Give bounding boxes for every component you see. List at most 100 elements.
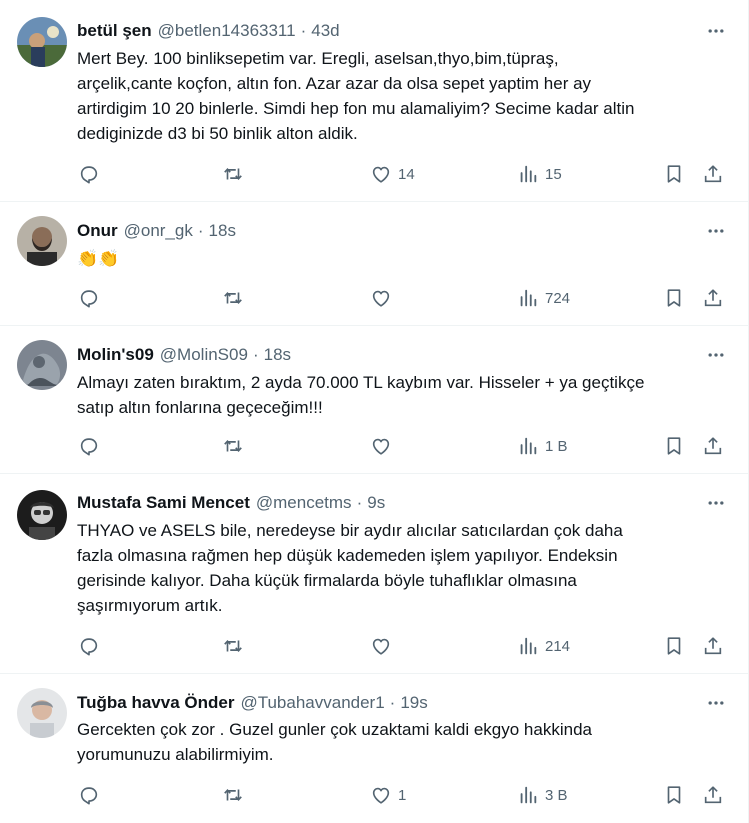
clapping-emoji: 👏👏 xyxy=(77,249,120,268)
tweet-text: Mert Bey. 100 binliksepetim var. Eregli,… xyxy=(77,46,732,146)
views-icon xyxy=(520,289,537,307)
action-bar: 214 xyxy=(0,634,749,658)
heart-icon xyxy=(372,638,390,655)
share-icon xyxy=(704,289,722,307)
avatar[interactable] xyxy=(17,340,67,390)
share-button[interactable] xyxy=(702,286,724,310)
views-icon xyxy=(520,437,537,455)
share-button[interactable] xyxy=(702,434,724,458)
tweet-text-line: şaşırmıyorum artık. xyxy=(77,596,223,615)
user-handle[interactable]: @MolinS09 xyxy=(160,345,248,365)
avatar[interactable] xyxy=(17,17,67,67)
tweet-text: Gercekten çok zor . Guzel gunler çok uza… xyxy=(77,717,732,767)
retweet-icon xyxy=(224,640,242,652)
views-icon xyxy=(520,786,537,804)
views-button[interactable]: 3 B xyxy=(517,783,568,807)
display-name[interactable]: Onur xyxy=(77,221,118,241)
bookmark-icon xyxy=(667,289,681,307)
retweet-icon xyxy=(224,440,242,452)
more-button[interactable] xyxy=(703,220,729,242)
bookmark-button[interactable] xyxy=(663,783,685,807)
tweet-text-line: gerisinde kalıyor. Daha küçük firmalarda… xyxy=(77,571,577,590)
tweet[interactable]: Molin's09 @MolinS09 · 18s Almayı zaten b… xyxy=(0,326,749,474)
view-count: 724 xyxy=(545,289,571,307)
like-button[interactable] xyxy=(370,634,398,658)
tweet[interactable]: betül şen @betlen14363311 · 43d Mert Bey… xyxy=(0,0,749,202)
retweet-button[interactable] xyxy=(222,783,250,807)
like-button[interactable] xyxy=(370,286,398,310)
like-button[interactable]: 1 xyxy=(370,783,406,807)
action-bar: 1 B xyxy=(0,434,749,458)
tweet-text-line: Mert Bey. 100 binliksepetim var. Eregli,… xyxy=(77,49,559,68)
reply-icon xyxy=(80,166,98,184)
views-button[interactable]: 214 xyxy=(517,634,570,658)
timestamp[interactable]: 18s xyxy=(209,221,236,241)
retweet-button[interactable] xyxy=(222,434,250,458)
share-icon xyxy=(704,786,722,804)
bookmark-button[interactable] xyxy=(663,634,685,658)
timestamp[interactable]: 9s xyxy=(367,493,385,513)
more-button[interactable] xyxy=(703,344,729,366)
view-count: 15 xyxy=(545,165,562,183)
tweet-text: THYAO ve ASELS bile, neredeyse bir aydır… xyxy=(77,518,732,618)
like-button[interactable] xyxy=(370,434,398,458)
timestamp[interactable]: 19s xyxy=(400,693,427,713)
more-button[interactable] xyxy=(703,492,729,514)
avatar[interactable] xyxy=(17,688,67,738)
display-name[interactable]: betül şen xyxy=(77,21,152,41)
tweet[interactable]: Mustafa Sami Mencet @mencetms · 9s THYAO… xyxy=(0,474,749,674)
tweet-text-line: fazla olmasına rağmen hep düşük kademede… xyxy=(77,546,618,565)
reply-button[interactable] xyxy=(78,162,106,186)
tweet[interactable]: Onur @onr_gk · 18s 👏👏 724 xyxy=(0,202,749,326)
display-name[interactable]: Tuğba havva Önder xyxy=(77,693,234,713)
bookmark-icon xyxy=(667,637,681,655)
share-button[interactable] xyxy=(702,783,724,807)
reply-button[interactable] xyxy=(78,434,106,458)
tweet[interactable]: Tuğba havva Önder @Tubahavvander1 · 19s … xyxy=(0,674,749,823)
retweet-button[interactable] xyxy=(222,162,250,186)
tweet-text-line: Almayı zaten bıraktım, 2 ayda 70.000 TL … xyxy=(77,373,645,392)
separator-dot: · xyxy=(252,345,259,364)
reply-feed: betül şen @betlen14363311 · 43d Mert Bey… xyxy=(0,0,749,823)
tweet-text-line: artirdigim 10 20 binlerle. Simdi hep fon… xyxy=(77,99,635,118)
heart-icon xyxy=(372,438,390,455)
display-name[interactable]: Mustafa Sami Mencet xyxy=(77,493,250,513)
bookmark-button[interactable] xyxy=(663,162,685,186)
user-handle[interactable]: @onr_gk xyxy=(124,221,193,241)
timestamp[interactable]: 43d xyxy=(311,21,339,41)
more-button[interactable] xyxy=(703,20,729,42)
tweet-text: 👏👏 xyxy=(77,246,732,271)
view-count: 214 xyxy=(545,637,571,655)
tweet-text-line: THYAO ve ASELS bile, neredeyse bir aydır… xyxy=(77,521,623,540)
tweet-text-line: arçelik,cante koçfon, altın fon. Azar az… xyxy=(77,74,592,93)
avatar[interactable] xyxy=(17,490,67,540)
action-bar: 14 15 xyxy=(0,162,749,186)
tweet-text-line: satıp altın fonlarına geçeceğim!!! xyxy=(77,398,323,417)
bookmark-button[interactable] xyxy=(663,434,685,458)
more-icon xyxy=(708,501,724,505)
user-handle[interactable]: @Tubahavvander1 xyxy=(240,693,384,713)
share-button[interactable] xyxy=(702,162,724,186)
reply-icon xyxy=(80,787,98,805)
views-button[interactable]: 1 B xyxy=(517,434,568,458)
timestamp[interactable]: 18s xyxy=(264,345,291,365)
like-button[interactable]: 14 xyxy=(370,162,415,186)
avatar[interactable] xyxy=(17,216,67,266)
user-handle[interactable]: @mencetms xyxy=(256,493,352,513)
share-icon xyxy=(704,165,722,183)
bookmark-button[interactable] xyxy=(663,286,685,310)
more-button[interactable] xyxy=(703,692,729,714)
display-name[interactable]: Molin's09 xyxy=(77,345,154,365)
views-button[interactable]: 15 xyxy=(517,162,562,186)
retweet-icon xyxy=(224,292,242,304)
separator-dot: · xyxy=(300,21,307,40)
user-handle[interactable]: @betlen14363311 xyxy=(158,21,296,41)
views-button[interactable]: 724 xyxy=(517,286,570,310)
share-button[interactable] xyxy=(702,634,724,658)
reply-icon xyxy=(80,438,98,456)
retweet-button[interactable] xyxy=(222,634,250,658)
reply-button[interactable] xyxy=(78,783,106,807)
retweet-button[interactable] xyxy=(222,286,250,310)
reply-button[interactable] xyxy=(78,634,106,658)
reply-button[interactable] xyxy=(78,286,106,310)
